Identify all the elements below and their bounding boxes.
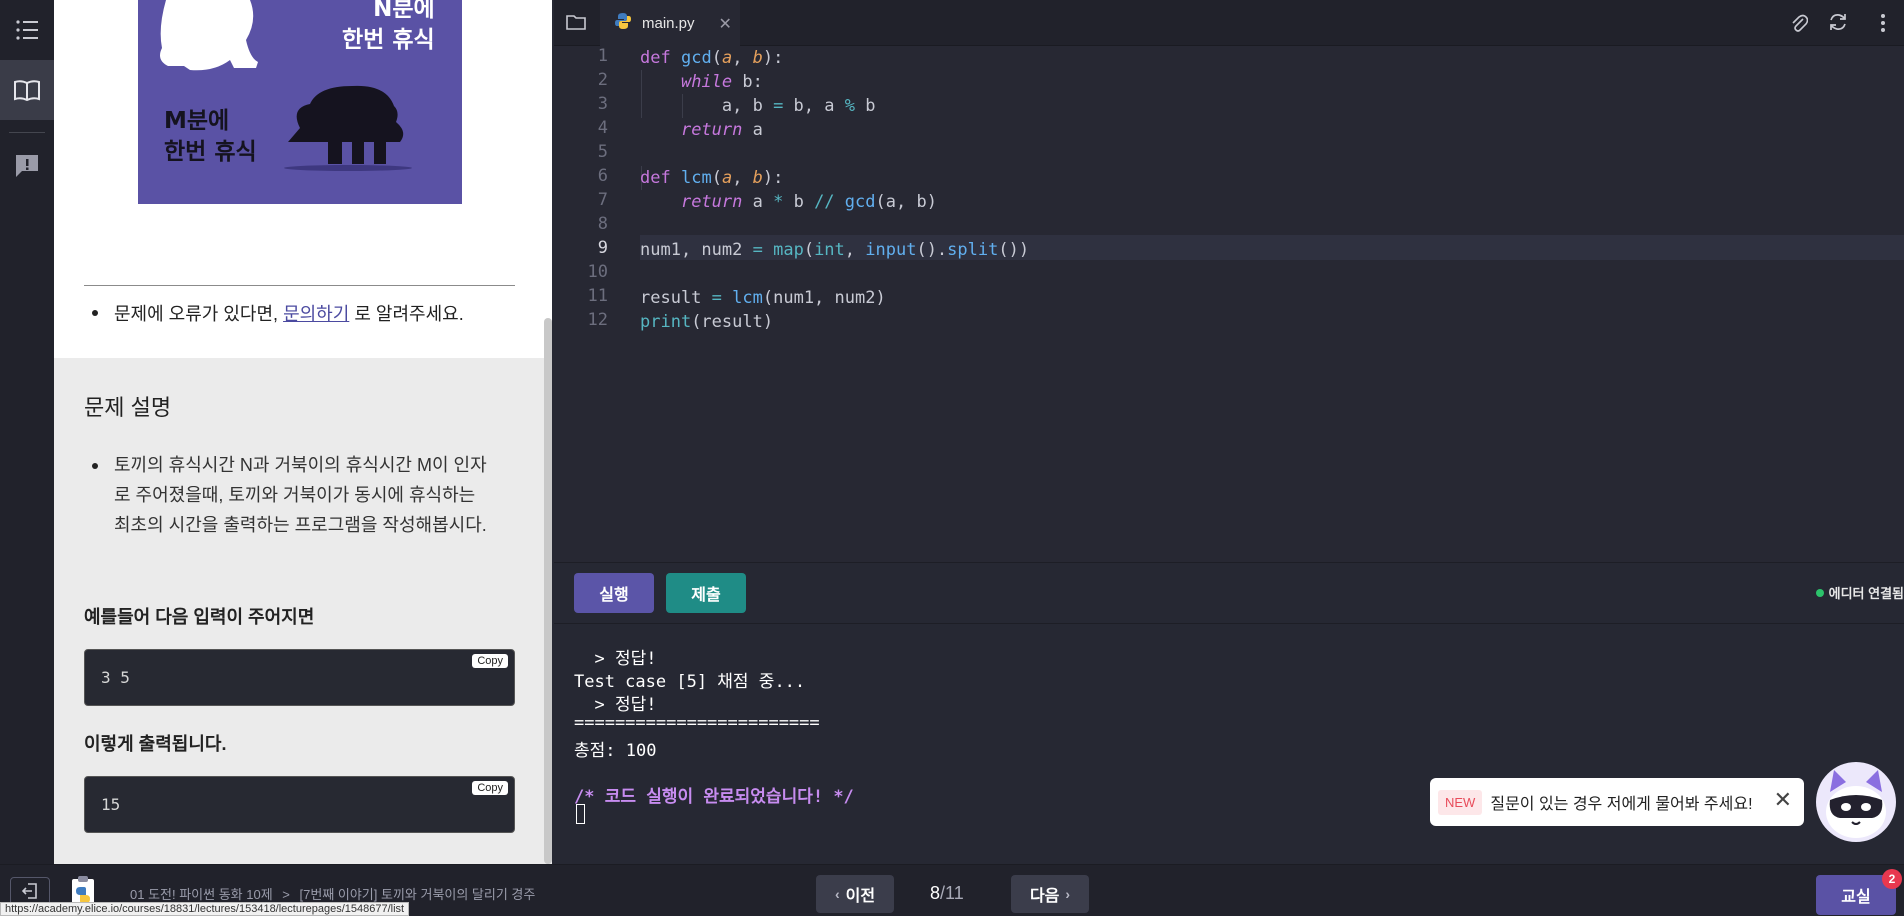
code-line-1: def gcd(a, b): (640, 48, 784, 68)
prev-label: 이전 (845, 888, 876, 905)
example-input-box: 3 5 Copy (84, 649, 515, 706)
breadcrumb: 01 도전! 파이썬 동화 10제 > [7번째 이야기] 토끼와 거북이의 달… (130, 884, 535, 903)
code-line-6: def lcm(a, b): (640, 168, 784, 188)
problem-panel: N분에 한번 휴식 M분에 한번 휴식 문제에 오류가 있다면, 문의하기 로 … (54, 0, 552, 864)
line-number: 5 (597, 142, 608, 162)
section-title: 문제 설명 (84, 395, 172, 420)
code-line-3: a, b = b, a % b (640, 96, 876, 116)
list-icon[interactable] (0, 0, 54, 60)
prev-button[interactable]: ‹ 이전 (816, 875, 894, 913)
code-line-7: return a * b // gcd(a, b) (680, 192, 937, 212)
line-number: 9 (597, 238, 608, 258)
feedback-icon[interactable] (0, 136, 54, 196)
next-button[interactable]: 다음 › (1011, 875, 1089, 913)
page-current: 8 (930, 883, 941, 903)
line-number: 7 (597, 190, 608, 210)
chevron-left-icon: ‹ (834, 886, 840, 902)
turtle-rest-line2: 한번 휴식 (164, 139, 257, 165)
rabbit-turtle-illustration: N분에 한번 휴식 M분에 한번 휴식 (138, 0, 462, 204)
line-number: 2 (597, 70, 608, 90)
example-input-title: 예를들어 다음 입력이 주어지면 (84, 607, 315, 627)
terminal-line: ======================== (574, 713, 820, 733)
status-text: 에디터 연결됨 (1828, 586, 1904, 601)
code-line-9: num1, num2 = map(int, input().split()) (640, 240, 1030, 260)
run-bar: 실행 제출 에디터 연결됨 (554, 562, 1904, 624)
rabbit-rest-line2: 한번 휴식 (342, 27, 435, 53)
example-output-title: 이렇게 출력됩니다. (84, 734, 227, 754)
terminal-line: Test case [5] 채점 중... (574, 672, 806, 692)
code-area[interactable]: 1 2 3 4 5 6 7 8 9 10 11 12 def gcd(a, b): while b: … (554, 0, 1904, 562)
chatbot-avatar[interactable] (1816, 762, 1896, 842)
run-complete-message: /* 코드 실행이 완료되었습니다! */ (574, 787, 854, 807)
close-icon[interactable]: ✕ (1774, 788, 1792, 813)
problem-description: 토끼의 휴식시간 N과 거북이의 휴식시간 M이 인자로 주어졌을때, 토끼와 … (114, 455, 487, 535)
line-number: 12 (587, 310, 608, 330)
notice-prefix: 문제에 오류가 있다면, (114, 304, 279, 324)
exit-icon (21, 882, 39, 904)
line-number: 3 (597, 94, 608, 114)
turtle-rest-line1: M분에 (164, 108, 230, 134)
example-output-value: 15 (101, 795, 121, 814)
inquiry-link[interactable]: 문의하기 (283, 304, 349, 324)
code-line-12: print(result) (640, 312, 774, 332)
status-dot (1815, 588, 1824, 597)
breadcrumb-separator: > (282, 887, 290, 902)
notification-badge: 2 (1882, 869, 1902, 889)
new-badge: NEW (1438, 789, 1483, 815)
example-output-box: 15 Copy (84, 776, 515, 833)
line-number: 8 (597, 214, 608, 234)
editor-status: 에디터 연결됨 (1815, 583, 1904, 602)
terminal-line: > 정답! (574, 695, 657, 715)
notice-suffix: 로 알려주세요. (354, 304, 464, 324)
left-rail (0, 0, 54, 864)
copy-input-button[interactable]: Copy (472, 654, 508, 668)
divider (84, 285, 515, 286)
page-indicator: 8/11 (930, 883, 964, 904)
submit-button[interactable]: 제출 (666, 573, 746, 613)
page-total: /11 (940, 883, 964, 903)
example-input-value: 3 5 (101, 668, 130, 687)
breadcrumb-course[interactable]: 01 도전! 파이썬 동화 10제 (130, 887, 273, 902)
book-icon[interactable] (0, 60, 54, 120)
code-line-4: return a (680, 120, 763, 140)
rabbit-rest-line1: N분에 (373, 0, 435, 22)
line-number: 6 (597, 166, 608, 186)
run-button[interactable]: 실행 (574, 573, 654, 613)
panel-scrollbar[interactable] (544, 318, 552, 864)
link-url-tooltip: https://academy.elice.io/courses/18831/l… (0, 902, 410, 916)
chat-prompt-bubble[interactable]: NEW 질문이 있는 경우 저에게 물어봐 주세요! ✕ (1430, 778, 1804, 826)
chat-prompt-text: 질문이 있는 경우 저에게 물어봐 주세요! (1490, 796, 1753, 813)
line-number: 1 (597, 46, 608, 66)
chevron-right-icon: › (1065, 886, 1071, 902)
error-notice: 문제에 오류가 있다면, 문의하기 로 알려주세요. (114, 300, 464, 326)
next-label: 다음 (1029, 888, 1060, 905)
line-number: 4 (597, 118, 608, 138)
terminal-output[interactable]: > 정답! Test case [5] 채점 중... > 정답! ======… (554, 624, 1904, 864)
terminal-line: 총점: 100 (574, 741, 657, 761)
terminal-cursor (576, 804, 585, 824)
code-line-11: result = lcm(num1, num2) (640, 288, 886, 308)
breadcrumb-lecture[interactable]: [7번째 이야기] 토끼와 거북이의 달리기 경주 (300, 887, 536, 902)
code-line-2: while b: (680, 72, 763, 92)
copy-output-button[interactable]: Copy (472, 781, 508, 795)
terminal-line: > 정답! (574, 649, 657, 669)
line-number: 11 (587, 286, 608, 306)
line-number: 10 (587, 262, 608, 282)
